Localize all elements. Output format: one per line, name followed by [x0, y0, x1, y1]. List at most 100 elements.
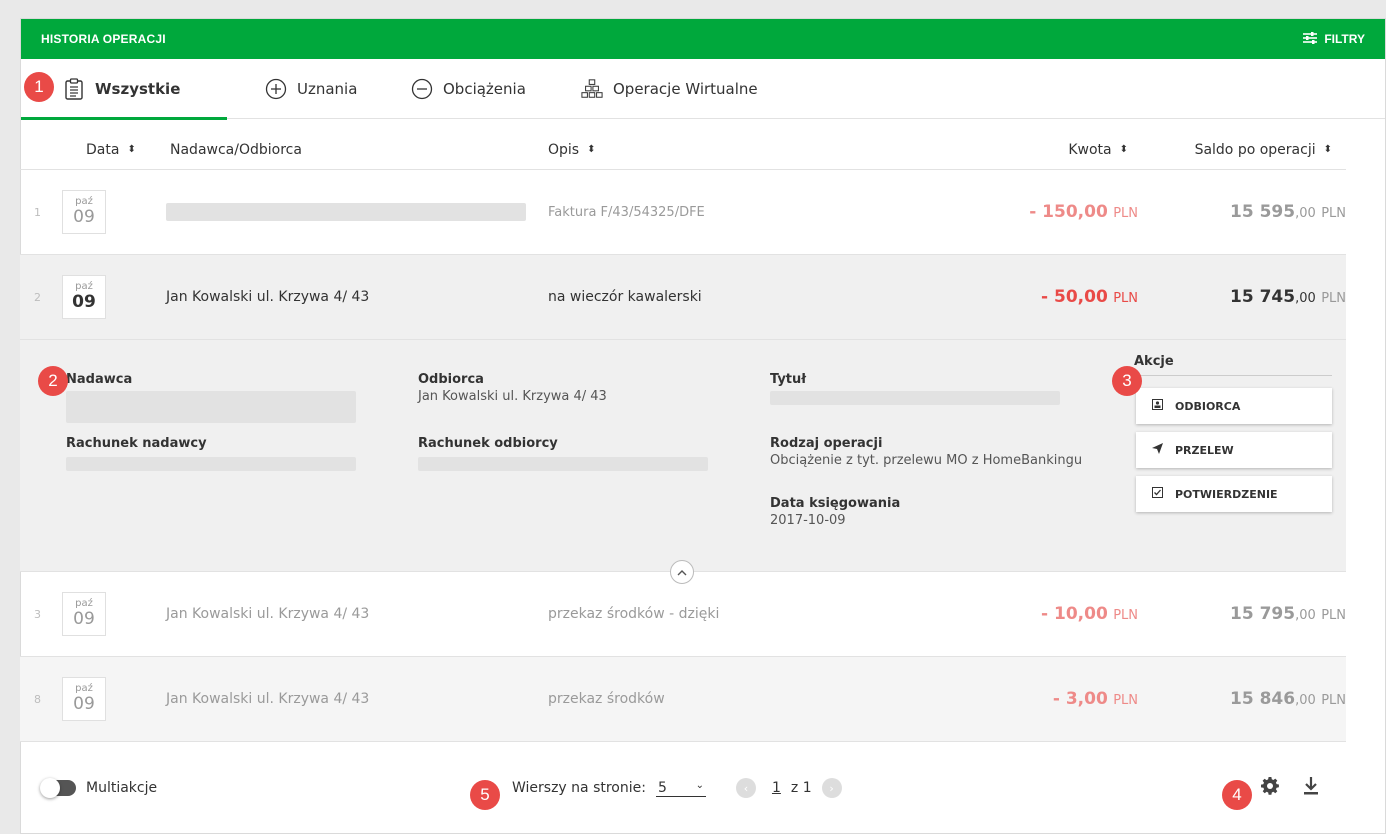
- download-icon[interactable]: [1302, 776, 1320, 800]
- column-date[interactable]: Data ⬍: [86, 142, 136, 158]
- detail-sender-redacted: [66, 391, 356, 423]
- detail-sender-label: Nadawca: [66, 372, 133, 387]
- next-page-button[interactable]: ›: [821, 778, 842, 798]
- row-amount-value: - 150,00: [1029, 202, 1108, 222]
- tab-bar: Wszystkie Uznania Obciążenia Operacje Wi…: [21, 59, 1385, 120]
- rows-per-page-value: 5: [657, 779, 667, 796]
- chevron-down-icon: ⌄: [695, 779, 704, 791]
- detail-title: Tytuł: [770, 372, 1060, 405]
- multiactions-toggle[interactable]: [40, 778, 76, 798]
- row-index: 1: [34, 205, 41, 219]
- detail-op-type-value: Obciążenie z tyt. przelewu MO z HomeBank…: [770, 453, 1083, 468]
- checkbox-icon: [1152, 487, 1163, 501]
- row-amount: - 50,00 PLN: [1041, 287, 1138, 307]
- row-date-day: 09: [73, 207, 95, 227]
- row-saldo-int: 15 745: [1230, 287, 1296, 307]
- row-date: paź 09: [62, 592, 106, 636]
- pagination: Wierszy na stronie: 5 ⌄ ‹ 1 z 1 ›: [512, 778, 842, 798]
- row-date-month: paź: [75, 196, 93, 207]
- column-saldo[interactable]: Saldo po operacji ⬍: [1195, 142, 1332, 158]
- table-header: Data ⬍ Nadawca/Odbiorca Opis ⬍ Kwota ⬍ Sald…: [20, 130, 1346, 170]
- annotation-marker-4: 4: [1222, 780, 1252, 810]
- row-party: Jan Kowalski ul. Krzywa 4/ 43: [166, 691, 370, 707]
- column-desc[interactable]: Opis ⬍: [548, 142, 595, 158]
- current-page[interactable]: 1: [772, 780, 781, 796]
- column-party-label: Nadawca/Odbiorca: [170, 141, 302, 158]
- detail-sender-account-label: Rachunek nadawcy: [66, 436, 207, 451]
- detail-op-type-label: Rodzaj operacji: [770, 436, 883, 451]
- row-saldo-currency: PLN: [1321, 608, 1346, 623]
- table-row[interactable]: 1 paź 09 Faktura F/43/54325/DFE - 150,00…: [20, 170, 1346, 255]
- multiactions-label: Multiakcje: [86, 780, 158, 796]
- actions-title: Akcje: [1134, 354, 1332, 376]
- annotation-marker-1: 1: [24, 72, 54, 102]
- row-amount: - 10,00 PLN: [1041, 604, 1138, 624]
- row-saldo-int: 15 595: [1230, 202, 1296, 222]
- plus-circle-icon: [265, 78, 287, 100]
- transfer-action-label: PRZELEW: [1175, 443, 1234, 457]
- table-row[interactable]: 8 paź 09 Jan Kowalski ul. Krzywa 4/ 43 p…: [20, 657, 1346, 742]
- column-amount[interactable]: Kwota ⬍: [1068, 142, 1128, 158]
- table-row[interactable]: 3 paź 09 Jan Kowalski ul. Krzywa 4/ 43 p…: [20, 572, 1346, 657]
- detail-recipient-account-label: Rachunek odbiorcy: [418, 436, 558, 451]
- tab-virtual[interactable]: Operacje Wirtualne: [581, 59, 778, 119]
- clipboard-icon: [63, 77, 85, 100]
- row-amount-currency: PLN: [1113, 291, 1138, 306]
- sort-icon: ⬍: [1119, 144, 1128, 155]
- recipient-action-button[interactable]: ODBIORCA: [1136, 388, 1332, 424]
- row-date-day: 09: [72, 292, 96, 312]
- tab-all-label: Wszystkie: [95, 79, 181, 98]
- panel-header: HISTORIA OPERACJI FILTRY: [21, 19, 1385, 59]
- row-date: paź 09: [62, 677, 106, 721]
- row-saldo: 15 595,00 PLN: [1230, 202, 1346, 222]
- table-row-selected[interactable]: 2 paź 09 Jan Kowalski ul. Krzywa 4/ 43 n…: [20, 255, 1346, 340]
- rows-per-page-label: Wierszy na stronie:: [512, 780, 646, 796]
- row-party: Jan Kowalski ul. Krzywa 4/ 43: [166, 606, 370, 622]
- page-title: HISTORIA OPERACJI: [41, 32, 166, 46]
- row-saldo-dec: ,00: [1295, 608, 1316, 623]
- detail-recipient-account: Rachunek odbiorcy: [418, 436, 708, 471]
- sort-icon: ⬍: [587, 144, 596, 155]
- table-footer: Multiakcje Wierszy na stronie: 5 ⌄ ‹ 1 z…: [20, 760, 1346, 816]
- tab-credits[interactable]: Uznania: [227, 59, 411, 119]
- row-index: 2: [34, 290, 41, 304]
- row-saldo-dec: ,00: [1295, 693, 1316, 708]
- row-amount: - 3,00 PLN: [1053, 689, 1138, 709]
- confirmation-action-label: POTWIERDZENIE: [1175, 487, 1278, 501]
- column-desc-label: Opis: [548, 141, 580, 158]
- filters-label: FILTRY: [1324, 32, 1365, 46]
- row-saldo-currency: PLN: [1321, 206, 1346, 221]
- gear-icon[interactable]: [1260, 776, 1280, 800]
- tab-debits[interactable]: Obciążenia: [411, 59, 581, 119]
- row-amount-currency: PLN: [1113, 693, 1138, 708]
- row-description: przekaz środków - dzięki: [548, 606, 720, 622]
- detail-sender-account-redacted: [66, 457, 356, 471]
- row-saldo-dec: ,00: [1295, 206, 1316, 221]
- minus-circle-icon: [411, 78, 433, 100]
- annotation-marker-5: 5: [470, 780, 500, 810]
- confirmation-action-button[interactable]: POTWIERDZENIE: [1136, 476, 1332, 512]
- rows-per-page-select[interactable]: 5 ⌄: [655, 779, 706, 797]
- detail-op-type: Rodzaj operacji Obciążenie z tyt. przele…: [770, 436, 1082, 468]
- tab-credits-label: Uznania: [297, 79, 358, 98]
- row-index: 8: [34, 692, 41, 706]
- column-date-label: Data: [86, 141, 120, 158]
- pyramid-icon: [581, 78, 603, 100]
- row-amount-value: - 3,00: [1052, 689, 1108, 709]
- row-date: paź 09: [62, 275, 106, 319]
- detail-booking-date-value: 2017-10-09: [770, 513, 846, 528]
- chevron-right-icon: ›: [829, 781, 834, 795]
- row-date-month: paź: [75, 598, 93, 609]
- row-amount-value: - 50,00: [1041, 287, 1108, 307]
- row-date: paź 09: [62, 190, 106, 234]
- transfer-action-button[interactable]: PRZELEW: [1136, 432, 1332, 468]
- detail-recipient-label: Odbiorca: [418, 372, 484, 387]
- detail-recipient-account-redacted: [418, 457, 708, 471]
- prev-page-button[interactable]: ‹: [735, 778, 756, 798]
- row-party-redacted: [166, 203, 526, 221]
- filters-button[interactable]: FILTRY: [1302, 31, 1365, 47]
- chevron-left-icon: ‹: [743, 781, 749, 795]
- detail-sender-account: Rachunek nadawcy: [66, 436, 356, 471]
- tab-debits-label: Obciążenia: [443, 79, 526, 98]
- row-amount-currency: PLN: [1113, 206, 1138, 221]
